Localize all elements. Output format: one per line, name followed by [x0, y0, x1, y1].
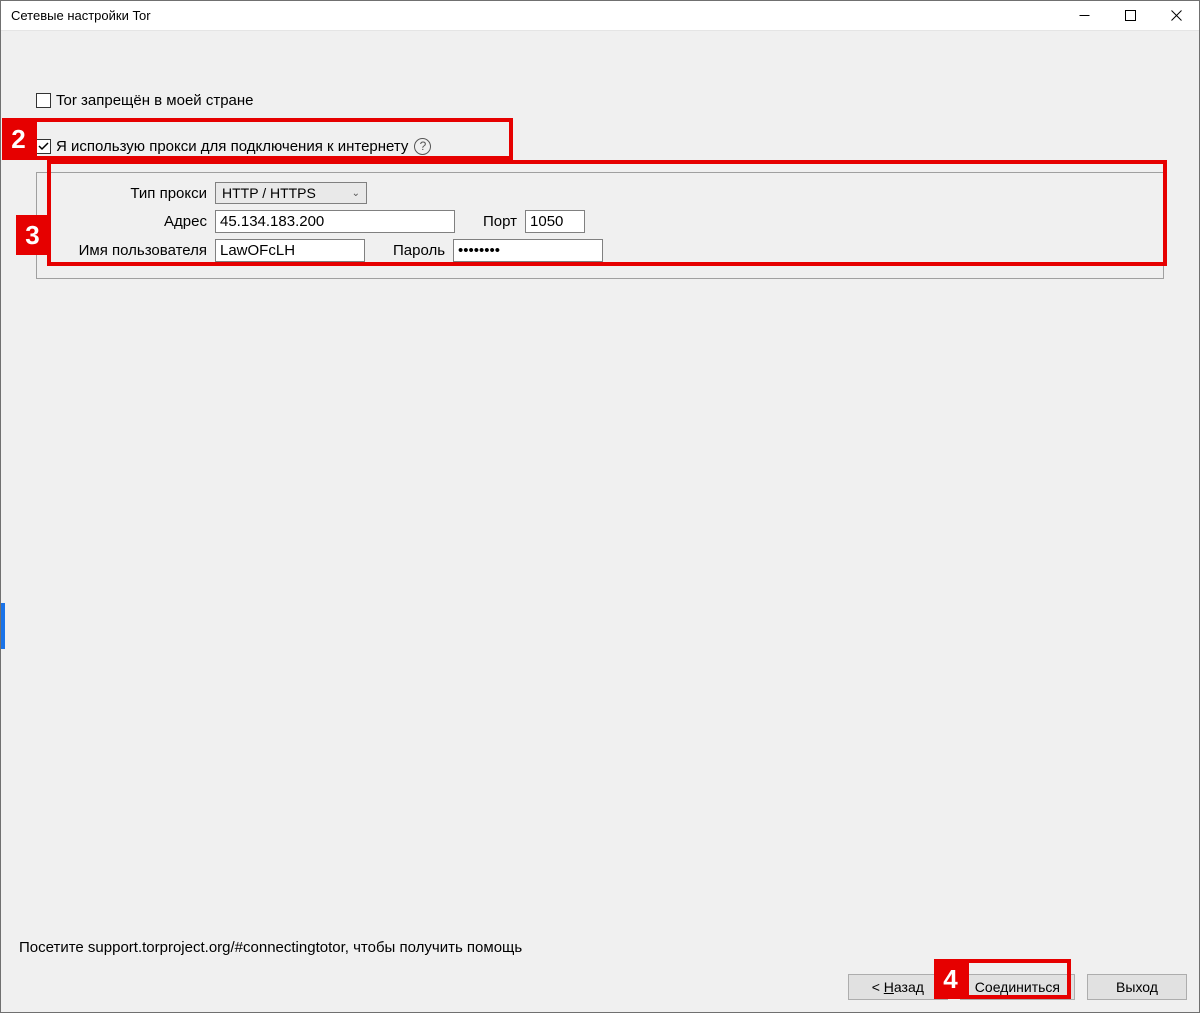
use-proxy-checkbox[interactable] — [36, 139, 51, 154]
password-label: Пароль — [369, 242, 449, 259]
help-text: Посетите support.torproject.org/#connect… — [19, 939, 1187, 956]
annotation-callout-4: 4 — [934, 959, 967, 999]
tor-settings-window: Сетевые настройки Tor Tor запрещён в мое… — [0, 0, 1200, 1013]
annotation-callout-2: 2 — [2, 118, 35, 160]
use-proxy-label[interactable]: Я использую прокси для подключения к инт… — [56, 138, 408, 155]
credentials-row: Имя пользователя Пароль — [51, 239, 1149, 262]
proxy-type-value: HTTP / HTTPS — [222, 185, 316, 201]
proxy-settings-group: Тип прокси HTTP / HTTPS ⌄ Адрес Порт Имя… — [36, 172, 1164, 279]
address-row: Адрес Порт — [51, 210, 1149, 233]
username-input[interactable] — [215, 239, 365, 262]
proxy-type-row: Тип прокси HTTP / HTTPS ⌄ — [51, 182, 1149, 204]
proxy-type-select[interactable]: HTTP / HTTPS ⌄ — [215, 182, 367, 204]
button-bar: < Назад Соединиться Выход — [19, 974, 1187, 1000]
titlebar: Сетевые настройки Tor — [1, 1, 1199, 31]
checkmark-icon — [38, 141, 49, 152]
close-icon — [1171, 10, 1182, 21]
tor-censored-label[interactable]: Tor запрещён в моей стране — [56, 92, 254, 109]
footer: Посетите support.torproject.org/#connect… — [1, 939, 1199, 1012]
blue-edge-decoration — [1, 603, 5, 649]
chevron-down-icon: ⌄ — [352, 188, 360, 199]
back-button[interactable]: < Назад — [848, 974, 948, 1000]
minimize-icon — [1079, 10, 1090, 21]
address-input[interactable] — [215, 210, 455, 233]
minimize-button[interactable] — [1061, 1, 1107, 31]
port-input[interactable] — [525, 210, 585, 233]
close-button[interactable] — [1153, 1, 1199, 31]
address-label: Адрес — [51, 213, 211, 230]
connect-button[interactable]: Соединиться — [960, 974, 1075, 1000]
window-title: Сетевые настройки Tor — [1, 8, 1061, 23]
tor-censored-checkbox[interactable] — [36, 93, 51, 108]
help-icon[interactable]: ? — [414, 138, 431, 155]
port-label: Порт — [459, 213, 521, 230]
exit-button[interactable]: Выход — [1087, 974, 1187, 1000]
password-input[interactable] — [453, 239, 603, 262]
maximize-icon — [1125, 10, 1136, 21]
content-area: Tor запрещён в моей стране Я использую п… — [1, 31, 1199, 1012]
annotation-callout-3: 3 — [16, 215, 49, 255]
maximize-button[interactable] — [1107, 1, 1153, 31]
use-proxy-row: Я использую прокси для подключения к инт… — [36, 132, 1164, 160]
tor-censored-row: Tor запрещён в моей стране — [36, 86, 1164, 114]
username-label: Имя пользователя — [51, 242, 211, 259]
proxy-type-label: Тип прокси — [51, 185, 211, 202]
